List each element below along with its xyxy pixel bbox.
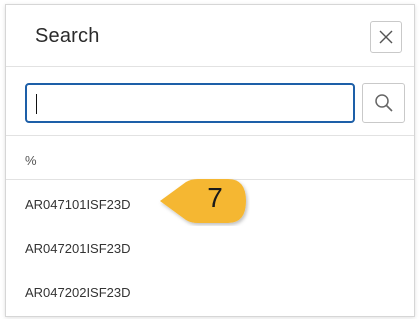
filter-row: %: [6, 136, 414, 180]
list-item[interactable]: AR047201ISF23D: [6, 225, 414, 269]
list-item-label: AR047201ISF23D: [25, 241, 131, 256]
filter-wildcard: %: [25, 153, 37, 168]
list-item-label: AR047101ISF23D: [25, 197, 131, 212]
list-item[interactable]: AR047202ISF23D: [6, 269, 414, 313]
search-dialog: Search % AR047101ISF23D AR047201ISF23D A…: [5, 4, 415, 317]
search-icon: [374, 94, 393, 112]
close-button[interactable]: [370, 21, 402, 53]
search-button[interactable]: [362, 83, 405, 123]
callout-number: 7: [207, 182, 223, 213]
close-icon: [379, 30, 393, 44]
list-item-label: AR047202ISF23D: [25, 285, 131, 300]
dialog-header: Search: [6, 5, 414, 67]
dialog-title: Search: [35, 25, 100, 47]
search-row: [6, 67, 414, 136]
search-input[interactable]: [25, 83, 355, 123]
text-caret: [36, 94, 37, 114]
